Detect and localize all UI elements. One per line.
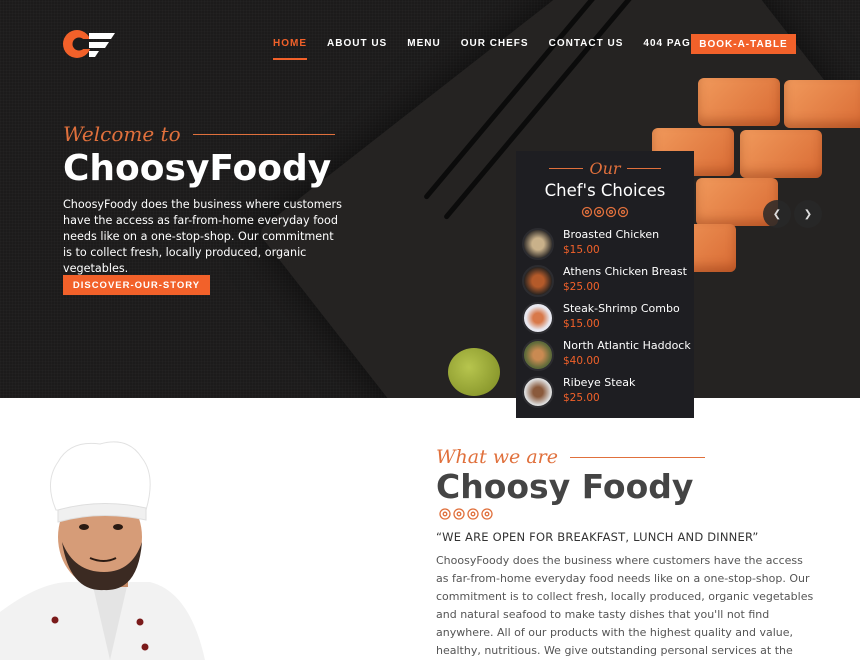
dish-thumbnail [522,339,554,371]
dish-item[interactable]: Ribeye Steak $25.00 [522,376,692,408]
chef-photo [0,441,205,660]
dish-price: $15.00 [563,318,600,330]
divider-line [569,456,705,458]
dish-name: Steak-Shrimp Combo [563,302,680,315]
sushi-piece-image [784,80,860,128]
divider-line [192,133,335,135]
discover-our-story-button[interactable]: DISCOVER-OUR-STORY [63,275,210,295]
what-we-are-text: What we are [436,446,558,468]
dish-price: $40.00 [563,355,600,367]
dish-thumbnail [522,228,554,260]
dish-thumbnail [522,376,554,408]
chevron-right-icon: ❯ [803,208,813,220]
nav-item-menu[interactable]: MENU [407,38,440,49]
carousel-prev-button[interactable]: ❮ [763,200,791,228]
dish-price: $25.00 [563,392,600,404]
hero-section: HOME ABOUT US MENU OUR CHEFS CONTACT US … [0,0,860,398]
wasabi-image [448,348,500,396]
carousel-next-button[interactable]: ❯ [794,200,822,228]
chefs-choices-card: Our Chef's Choices Broasted Chicken $15.… [516,151,694,418]
choices-eyebrow-text: Our [589,159,621,178]
book-a-table-button[interactable]: BOOK-A-TABLE [691,34,796,54]
ornament-icon [581,206,629,218]
about-title: Choosy Foody [436,467,694,506]
nav-item-our-chefs[interactable]: OUR CHEFS [461,38,529,49]
ornament-icon [439,508,493,520]
choosyfoody-logo[interactable] [63,28,117,60]
choices-eyebrow: Our [516,159,694,178]
dish-name: Broasted Chicken [563,228,660,241]
dish-price: $25.00 [563,281,600,293]
dish-name: Ribeye Steak [563,376,636,389]
hero-eyebrow: Welcome to [63,122,335,146]
dish-item[interactable]: Steak-Shrimp Combo $15.00 [522,302,692,334]
dish-item[interactable]: Broasted Chicken $15.00 [522,228,692,260]
dish-thumbnail [522,302,554,334]
about-eyebrow: What we are [436,446,705,468]
dish-name: North Atlantic Haddock [563,339,691,352]
about-text: ChoosyFoody does the business where cust… [436,554,814,657]
welcome-text: Welcome to [63,122,181,146]
nav-item-about-us[interactable]: ABOUT US [327,38,387,49]
sushi-piece-image [698,78,780,126]
divider-line [626,168,661,169]
dish-item[interactable]: North Atlantic Haddock $40.00 [522,339,692,371]
hero-description: ChoosyFoody does the business where cust… [63,198,342,275]
main-nav: HOME ABOUT US MENU OUR CHEFS CONTACT US … [273,38,718,60]
dish-thumbnail [522,265,554,297]
dish-price: $15.00 [563,244,600,256]
chevron-left-icon: ❮ [772,208,782,220]
dish-item[interactable]: Athens Chicken Breast $25.00 [522,265,692,297]
dish-name: Athens Chicken Breast [563,265,687,278]
about-subtitle: “WE ARE OPEN FOR BREAKFAST, LUNCH AND DI… [436,530,759,544]
nav-item-contact-us[interactable]: CONTACT US [549,38,624,49]
sushi-piece-image [740,130,822,178]
nav-item-home[interactable]: HOME [273,38,307,60]
hero-title: ChoosyFoody [63,148,332,189]
choices-title: Chef's Choices [544,181,666,200]
divider-line [549,168,584,169]
